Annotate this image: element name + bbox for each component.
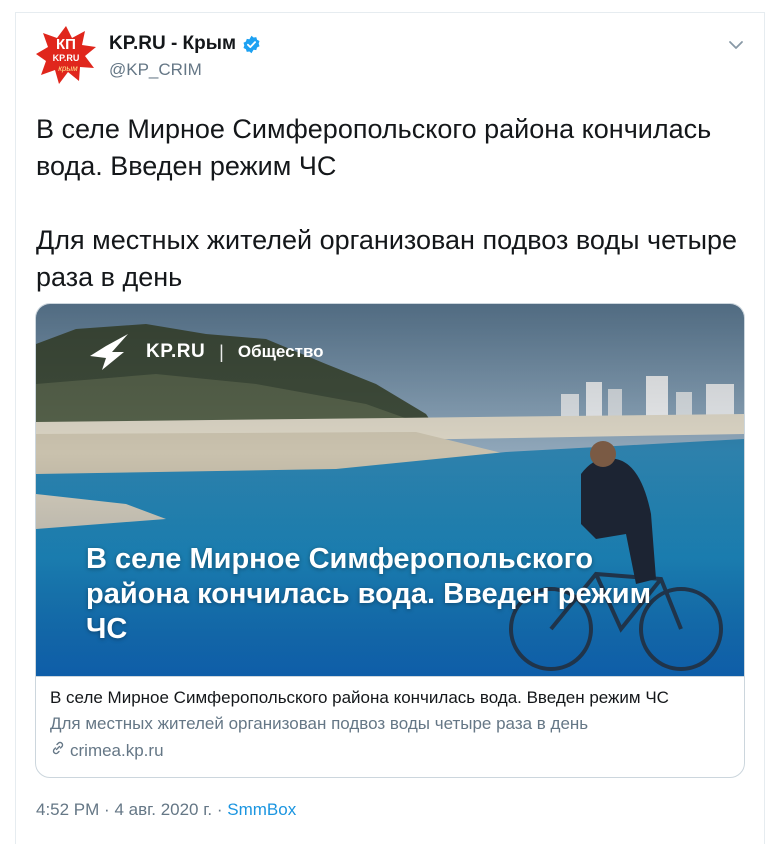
avatar-text-mid: KP.RU	[53, 53, 80, 63]
tweet-paragraph-1: В селе Мирное Симферопольского района ко…	[36, 114, 712, 181]
card-description: Для местных жителей организован подвоз в…	[50, 714, 589, 733]
tweet-paragraph-2: Для местных жителей организован подвоз в…	[36, 225, 738, 292]
verified-badge-icon	[242, 35, 261, 54]
card-meta[interactable]: В селе Мирное Симферопольского района ко…	[36, 676, 744, 777]
card-brand-site: KP.RU	[146, 341, 206, 362]
card-image[interactable]: KP.RU | Общество В селе Мирное Симферопо…	[36, 304, 744, 676]
name-row: KP.RU - Крым	[109, 33, 261, 55]
card-domain-row: crimea.kp.ru	[50, 739, 730, 763]
handle[interactable]: @KP_CRIM	[109, 60, 261, 80]
link-icon	[50, 739, 66, 763]
tweet-time[interactable]: 4:52 PM	[36, 800, 99, 819]
card-title: В селе Мирное Симферопольского района ко…	[50, 688, 669, 707]
author-block: KP.RU - Крым @KP_CRIM	[109, 33, 261, 80]
card-brand: KP.RU | Общество	[88, 332, 324, 372]
tweet-date[interactable]: 4 авг. 2020 г.	[114, 800, 212, 819]
tweet-footer: 4:52 PM · 4 авг. 2020 г. · SmmBox	[36, 800, 296, 820]
chevron-down-icon[interactable]	[726, 35, 746, 55]
kp-bird-logo-icon	[88, 332, 132, 372]
card-brand-section: Общество	[237, 342, 324, 361]
card-brand-separator: |	[219, 341, 224, 362]
tweet-source-link[interactable]: SmmBox	[227, 800, 296, 819]
tweet-text: В селе Мирное Симферопольского района ко…	[36, 111, 756, 296]
display-name[interactable]: KP.RU - Крым	[109, 33, 236, 55]
footer-separator-2: ·	[216, 800, 223, 819]
avatar-text-bottom: крым	[58, 64, 78, 73]
avatar-text-top: КП	[56, 36, 76, 53]
card-image-headline: В селе Мирное Симферопольского района ко…	[86, 543, 652, 645]
link-card[interactable]: KP.RU | Общество В селе Мирное Симферопо…	[35, 303, 745, 778]
card-domain: crimea.kp.ru	[70, 741, 164, 760]
avatar[interactable]: КП KP.RU крым	[35, 25, 97, 87]
tweet: КП KP.RU крым KP.RU - Крым @KP_CRIM В се…	[15, 12, 765, 844]
footer-separator-1: ·	[104, 800, 110, 819]
